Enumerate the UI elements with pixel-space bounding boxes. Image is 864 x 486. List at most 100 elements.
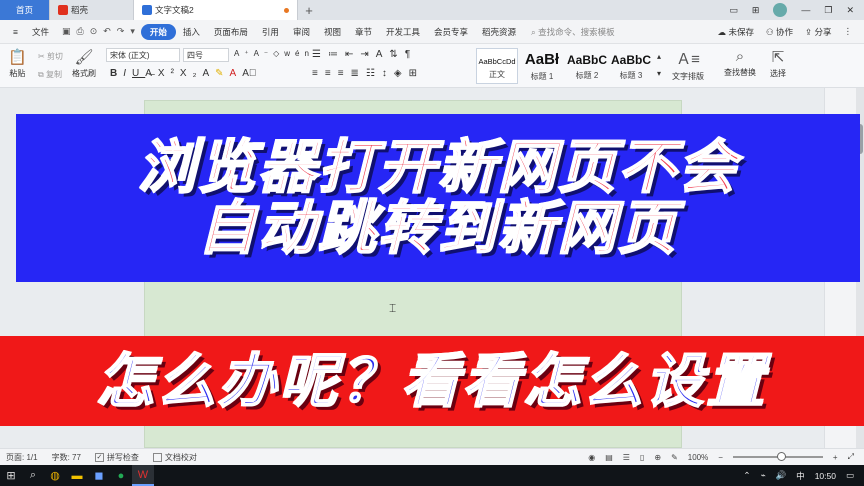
style-heading-3[interactable]: AaBbC 标题 3 — [610, 48, 652, 84]
clear-format-icon[interactable]: ◇ — [273, 49, 284, 58]
font-color-icon[interactable]: A — [230, 68, 243, 79]
web-view-icon[interactable]: ⊕ — [654, 453, 661, 462]
menu-home[interactable]: 开始 — [140, 23, 176, 40]
distribute-icon[interactable]: ☷ — [366, 68, 382, 79]
more-icon[interactable]: ⋮ — [844, 26, 853, 38]
style-heading-1[interactable]: AaBł 标题 1 — [521, 48, 563, 84]
numbered-list-icon[interactable]: ≔ — [328, 49, 345, 60]
command-search[interactable]: ⌕ 查找命令、搜索模板 — [531, 26, 615, 38]
italic-icon[interactable]: I — [123, 68, 132, 79]
font-name-select[interactable]: 宋体 (正文) — [106, 48, 180, 62]
align-center-icon[interactable]: ≡ — [325, 68, 338, 79]
bullet-list-icon[interactable]: ☰ — [312, 49, 328, 60]
chrome-icon[interactable]: ◍ — [44, 465, 66, 486]
edit-mode-icon[interactable]: ✎ — [671, 453, 678, 462]
folder-icon[interactable]: ▬ — [66, 465, 88, 486]
menu-review[interactable]: 审阅 — [286, 26, 317, 38]
align-right-icon[interactable]: ≡ — [338, 68, 351, 79]
format-painter-button[interactable]: 🖌 格式刷 — [72, 48, 96, 79]
justify-icon[interactable]: ≣ — [351, 68, 366, 79]
preview-icon[interactable]: ⊙ — [90, 26, 98, 37]
menu-resources[interactable]: 稻壳资源 — [475, 26, 523, 38]
select-button[interactable]: ⇱ 选择 — [770, 48, 786, 79]
show-marks-icon[interactable]: ¶ — [405, 49, 417, 60]
find-replace-button[interactable]: ⌕ 查找替换 — [724, 48, 756, 78]
subscript-icon[interactable]: X₂ — [180, 68, 203, 79]
collaborate-button[interactable]: ⚇ 协作 — [766, 26, 793, 38]
char-border-icon[interactable]: A⃞ — [242, 68, 262, 79]
minimize-button[interactable]: — — [801, 5, 810, 15]
close-button[interactable]: ✕ — [846, 5, 854, 16]
sort-icon[interactable]: ⇅ — [389, 49, 404, 60]
zoom-slider-knob[interactable] — [776, 452, 786, 461]
outline-view-icon[interactable]: ☰ — [623, 453, 630, 462]
volume-icon[interactable]: 🔊 — [776, 470, 787, 481]
underline-icon[interactable]: U — [132, 68, 145, 79]
hamburger-menu-icon[interactable]: ≡ — [6, 27, 25, 37]
layout-icon[interactable]: ▭ — [729, 5, 738, 16]
word-count[interactable]: 字数: 77 — [52, 452, 81, 463]
app-icon[interactable]: ● — [110, 465, 132, 486]
store-icon[interactable]: ◼ — [88, 465, 110, 486]
zoom-slider[interactable] — [732, 452, 823, 461]
menu-view[interactable]: 视图 — [317, 26, 348, 38]
style-normal[interactable]: AaBbCcDd 正文 — [476, 48, 518, 84]
eye-protection-icon[interactable]: ◉ — [588, 453, 595, 462]
align-left-icon[interactable]: ≡ — [312, 68, 325, 79]
paste-button[interactable]: 📋 粘贴 — [8, 48, 27, 79]
menu-file[interactable]: 文件 — [25, 26, 56, 38]
start-icon[interactable]: ⊞ — [0, 465, 22, 486]
undo-icon[interactable]: ↶ — [103, 26, 111, 37]
tab-document[interactable]: 文字文稿2 — [134, 0, 298, 20]
grid-icon[interactable]: ⊞ — [752, 5, 760, 16]
menu-member[interactable]: 会员专享 — [427, 26, 475, 38]
fit-page-icon[interactable]: ⤢ — [848, 452, 854, 462]
highlight-icon[interactable]: ✎ — [215, 68, 229, 79]
text-layout-button[interactable]: Ａ≡ 文字排版 — [672, 48, 704, 82]
notification-icon[interactable]: ▭ — [846, 470, 854, 481]
menu-page-layout[interactable]: 页面布局 — [207, 26, 255, 38]
chinese-layout-icon[interactable]: A — [376, 49, 390, 60]
phonetic-icon[interactable]: wén — [284, 49, 314, 58]
font-size-select[interactable]: 四号 — [183, 48, 229, 62]
network-icon[interactable]: ⌁ — [760, 470, 765, 481]
tray-chevron-icon[interactable]: ⌃ — [743, 470, 750, 481]
reading-view-icon[interactable]: ▯ — [640, 453, 644, 462]
decrease-indent-icon[interactable]: ⇤ — [345, 49, 360, 60]
increase-indent-icon[interactable]: ⇥ — [360, 49, 375, 60]
spell-check-toggle[interactable]: ✓ 拼写检查 — [94, 452, 139, 463]
dropdown-icon[interactable]: ▾ — [130, 26, 135, 37]
style-gallery-scroll[interactable]: ▴ ▾ — [657, 48, 661, 82]
borders-icon[interactable]: ⊞ — [409, 68, 424, 79]
zoom-out-button[interactable]: − — [718, 453, 723, 462]
maximize-button[interactable]: ❐ — [824, 5, 832, 16]
unsaved-button[interactable]: ☁ 未保存 — [718, 26, 754, 38]
tab-daoke[interactable]: 稻壳 — [50, 0, 134, 20]
cut-button[interactable]: ✂ 剪切 — [38, 51, 63, 62]
tab-home[interactable]: 首页 — [0, 0, 50, 20]
line-spacing-icon[interactable]: ↕ — [382, 68, 394, 79]
style-heading-2[interactable]: AaBbC 标题 2 — [566, 48, 608, 84]
menu-section[interactable]: 章节 — [348, 26, 379, 38]
avatar[interactable] — [773, 3, 788, 17]
superscript-icon[interactable]: X² — [158, 68, 180, 79]
wps-icon[interactable]: W — [132, 465, 154, 486]
bold-icon[interactable]: B — [110, 68, 123, 79]
menu-references[interactable]: 引用 — [255, 26, 286, 38]
new-tab-button[interactable]: + — [298, 0, 320, 20]
save-icon[interactable]: ▣ — [62, 26, 71, 37]
grow-font-icon[interactable]: A⁺ — [234, 49, 254, 58]
print-icon[interactable]: ⎙ — [77, 26, 84, 37]
shrink-font-icon[interactable]: A⁻ — [254, 49, 274, 58]
menu-developer[interactable]: 开发工具 — [379, 26, 427, 38]
share-button[interactable]: ⇪ 分享 — [805, 26, 832, 38]
redo-icon[interactable]: ↷ — [117, 26, 125, 37]
clock[interactable]: 10:50 — [815, 471, 836, 481]
search-icon[interactable]: ⌕ — [22, 465, 44, 486]
page-view-icon[interactable]: ▤ — [605, 453, 613, 462]
copy-button[interactable]: ⧉ 复制 — [38, 69, 62, 80]
zoom-in-button[interactable]: + — [833, 453, 838, 462]
strikethrough-icon[interactable]: A̶ — [145, 68, 158, 79]
shading-icon[interactable]: ◈ — [394, 68, 409, 79]
menu-insert[interactable]: 插入 — [176, 26, 207, 38]
